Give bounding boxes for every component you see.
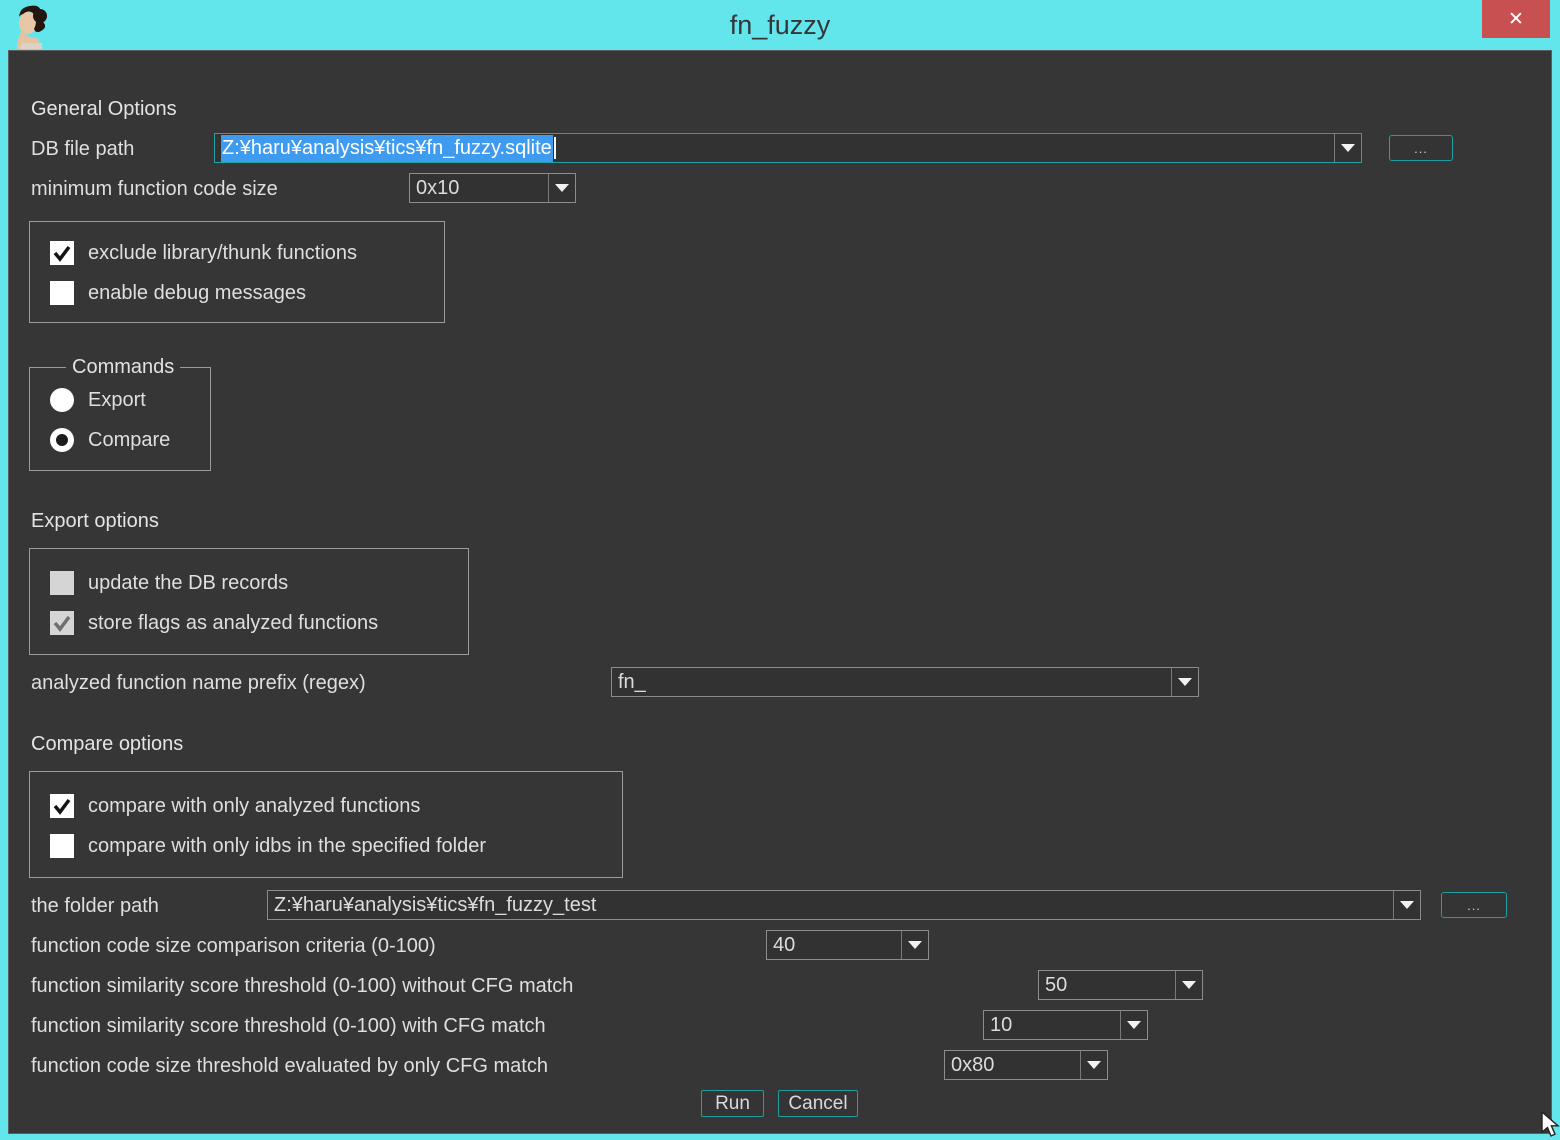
title-bar: fn_fuzzy ✕ xyxy=(0,0,1560,50)
min-code-size-dropdown[interactable] xyxy=(548,174,575,202)
update-db-label: update the DB records xyxy=(88,572,288,595)
compare-radio[interactable] xyxy=(50,428,74,452)
chevron-down-icon xyxy=(555,184,569,192)
export-checks-group: update the DB records store flags as ana… xyxy=(29,548,469,655)
compare-idbs-check-row[interactable]: compare with only idbs in the specified … xyxy=(50,833,486,859)
prefix-value[interactable]: fn_ xyxy=(612,668,1171,696)
folder-path-value[interactable]: Z:¥haru¥analysis¥tics¥fn_fuzzy_test xyxy=(268,891,1393,919)
sim-with-cfg-label: function similarity score threshold (0-1… xyxy=(31,1014,546,1038)
export-radio-row[interactable]: Export xyxy=(50,387,146,413)
store-flags-label: store flags as analyzed functions xyxy=(88,612,378,635)
update-db-checkbox[interactable] xyxy=(50,571,74,595)
export-radio[interactable] xyxy=(50,388,74,412)
folder-path-label: the folder path xyxy=(31,894,159,918)
compare-analyzed-checkbox[interactable] xyxy=(50,794,74,818)
window-title: fn_fuzzy xyxy=(0,10,1560,41)
compare-checks-group: compare with only analyzed functions com… xyxy=(29,771,623,878)
size-criteria-dropdown[interactable] xyxy=(901,931,928,959)
sim-without-cfg-value[interactable]: 50 xyxy=(1039,971,1175,999)
sim-without-cfg-label: function similarity score threshold (0-1… xyxy=(31,974,573,998)
text-caret xyxy=(554,137,556,159)
store-flags-check-row[interactable]: store flags as analyzed functions xyxy=(50,610,378,636)
commands-group: Commands Export Compare xyxy=(29,367,211,471)
chevron-down-icon xyxy=(1182,981,1196,989)
folder-path-dropdown[interactable] xyxy=(1393,891,1420,919)
cancel-button[interactable]: Cancel xyxy=(778,1090,858,1117)
chevron-down-icon xyxy=(908,941,922,949)
mouse-cursor xyxy=(1540,1112,1560,1140)
sim-with-cfg-combo[interactable]: 10 xyxy=(983,1010,1148,1040)
size-threshold-cfg-label: function code size threshold evaluated b… xyxy=(31,1054,548,1078)
size-threshold-cfg-dropdown[interactable] xyxy=(1080,1051,1107,1079)
general-options-heading: General Options xyxy=(31,97,177,121)
store-flags-checkbox[interactable] xyxy=(50,611,74,635)
chevron-down-icon xyxy=(1178,678,1192,686)
sim-with-cfg-dropdown[interactable] xyxy=(1120,1011,1147,1039)
prefix-dropdown[interactable] xyxy=(1171,668,1198,696)
db-file-path-value[interactable]: Z:¥haru¥analysis¥tics¥fn_fuzzy.sqlite xyxy=(215,134,1334,162)
db-file-path-combo[interactable]: Z:¥haru¥analysis¥tics¥fn_fuzzy.sqlite xyxy=(214,133,1362,163)
sim-without-cfg-dropdown[interactable] xyxy=(1175,971,1202,999)
chevron-down-icon xyxy=(1341,144,1355,152)
size-criteria-combo[interactable]: 40 xyxy=(766,930,929,960)
sim-without-cfg-combo[interactable]: 50 xyxy=(1038,970,1203,1000)
compare-idbs-checkbox[interactable] xyxy=(50,834,74,858)
db-file-path-dropdown[interactable] xyxy=(1334,134,1361,162)
export-options-heading: Export options xyxy=(31,509,159,533)
general-checks-group: exclude library/thunk functions enable d… xyxy=(29,221,445,323)
compare-idbs-label: compare with only idbs in the specified … xyxy=(88,835,486,858)
folder-path-combo[interactable]: Z:¥haru¥analysis¥tics¥fn_fuzzy_test xyxy=(267,890,1421,920)
exclude-library-check-row[interactable]: exclude library/thunk functions xyxy=(50,240,357,266)
enable-debug-check-row[interactable]: enable debug messages xyxy=(50,280,306,306)
chevron-down-icon xyxy=(1087,1061,1101,1069)
chevron-down-icon xyxy=(1127,1021,1141,1029)
min-code-size-combo[interactable]: 0x10 xyxy=(409,173,576,203)
compare-radio-label: Compare xyxy=(88,429,170,452)
enable-debug-checkbox[interactable] xyxy=(50,281,74,305)
export-radio-label: Export xyxy=(88,389,146,412)
compare-analyzed-label: compare with only analyzed functions xyxy=(88,795,420,818)
db-file-path-browse-button[interactable]: ... xyxy=(1389,135,1453,161)
size-criteria-value[interactable]: 40 xyxy=(767,931,901,959)
fn-fuzzy-dialog: General Options DB file path Z:¥haru¥ana… xyxy=(8,50,1552,1134)
enable-debug-label: enable debug messages xyxy=(88,282,306,305)
size-threshold-cfg-value[interactable]: 0x80 xyxy=(945,1051,1080,1079)
compare-analyzed-check-row[interactable]: compare with only analyzed functions xyxy=(50,793,420,819)
commands-legend: Commands xyxy=(66,355,180,379)
sim-with-cfg-value[interactable]: 10 xyxy=(984,1011,1120,1039)
min-code-size-value[interactable]: 0x10 xyxy=(410,174,548,202)
size-threshold-cfg-combo[interactable]: 0x80 xyxy=(944,1050,1108,1080)
db-file-path-label: DB file path xyxy=(31,137,134,161)
min-code-size-label: minimum function code size xyxy=(31,177,278,201)
close-button[interactable]: ✕ xyxy=(1482,0,1550,38)
exclude-library-checkbox[interactable] xyxy=(50,241,74,265)
exclude-library-label: exclude library/thunk functions xyxy=(88,242,357,265)
folder-path-browse-button[interactable]: ... xyxy=(1441,892,1507,918)
update-db-check-row[interactable]: update the DB records xyxy=(50,570,288,596)
size-criteria-label: function code size comparison criteria (… xyxy=(31,934,436,958)
compare-radio-row[interactable]: Compare xyxy=(50,427,170,453)
prefix-label: analyzed function name prefix (regex) xyxy=(31,671,366,695)
run-button[interactable]: Run xyxy=(701,1090,764,1117)
prefix-combo[interactable]: fn_ xyxy=(611,667,1199,697)
chevron-down-icon xyxy=(1400,901,1414,909)
compare-options-heading: Compare options xyxy=(31,732,183,756)
